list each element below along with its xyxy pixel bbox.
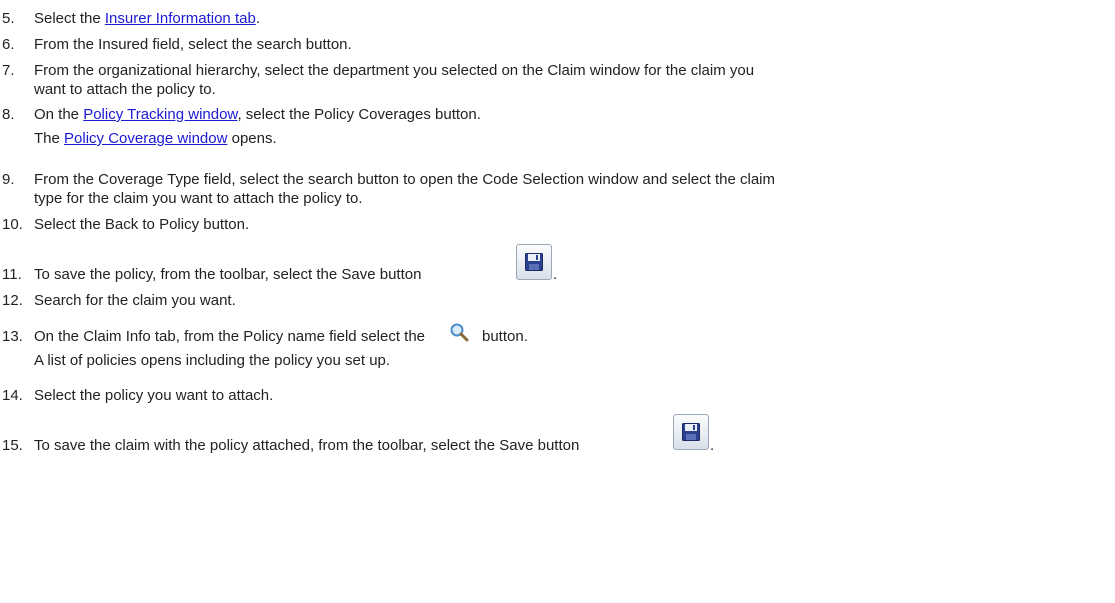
insurer-information-tab-link[interactable]: Insurer Information tab: [105, 10, 256, 27]
step-text-part: .: [255, 10, 260, 27]
step-text-line: From the organizational hierarchy, selec…: [34, 62, 755, 79]
search-button: [446, 322, 472, 344]
step-number: 6.: [2, 36, 15, 53]
step-text: Select the Insurer Information tab.: [34, 10, 260, 27]
step-text: On the Policy Tracking window, select th…: [34, 106, 481, 123]
magnifier-icon: [450, 323, 469, 342]
step-note-part: The: [34, 130, 65, 147]
step-text-part: .: [553, 266, 558, 283]
step-text-part: To save the claim with the policy attach…: [34, 437, 580, 454]
step-text: Select the policy you want to attach.: [34, 387, 274, 404]
policy-coverage-window-link[interactable]: Policy Coverage window: [64, 130, 227, 147]
step-number: 14.: [2, 387, 23, 404]
step-number: 5.: [2, 10, 15, 27]
step-number: 10.: [2, 216, 23, 233]
step-text-part: On the Claim Info tab, from the Policy n…: [34, 328, 426, 345]
step-text-line: From the Coverage Type field, select the…: [34, 171, 775, 188]
step-number: 8.: [2, 106, 15, 123]
policy-tracking-window-link[interactable]: Policy Tracking window: [83, 106, 237, 123]
step-text-part: To save the policy, from the toolbar, se…: [34, 266, 422, 283]
step-text: Search for the claim you want.: [34, 292, 236, 309]
step-text-part: button.: [482, 328, 528, 345]
step-note-part: opens.: [227, 130, 277, 147]
step-number: 9.: [2, 171, 15, 188]
step-number: 12.: [2, 292, 23, 309]
step-text-part: On the: [34, 106, 84, 123]
step-text-part: , select the Policy Coverages button.: [237, 106, 481, 123]
step-note: The Policy Coverage window opens.: [34, 130, 277, 147]
save-button: [673, 414, 709, 450]
step-text-line: want to attach the policy to.: [34, 81, 216, 98]
floppy-disk-icon: [525, 253, 543, 271]
step-text-part: Select the: [34, 10, 105, 27]
step-number: 13.: [2, 328, 23, 345]
floppy-disk-icon: [682, 423, 700, 441]
save-button: [516, 244, 552, 280]
step-text-part: .: [710, 437, 715, 454]
step-text: From the Insured field, select the searc…: [34, 36, 352, 53]
step-note: A list of policies opens including the p…: [34, 352, 391, 369]
step-text-line: type for the claim you want to attach th…: [34, 190, 363, 207]
step-text: Select the Back to Policy button.: [34, 216, 250, 233]
step-number: 11.: [2, 266, 22, 283]
step-number: 15.: [2, 437, 23, 454]
step-number: 7.: [2, 62, 15, 79]
